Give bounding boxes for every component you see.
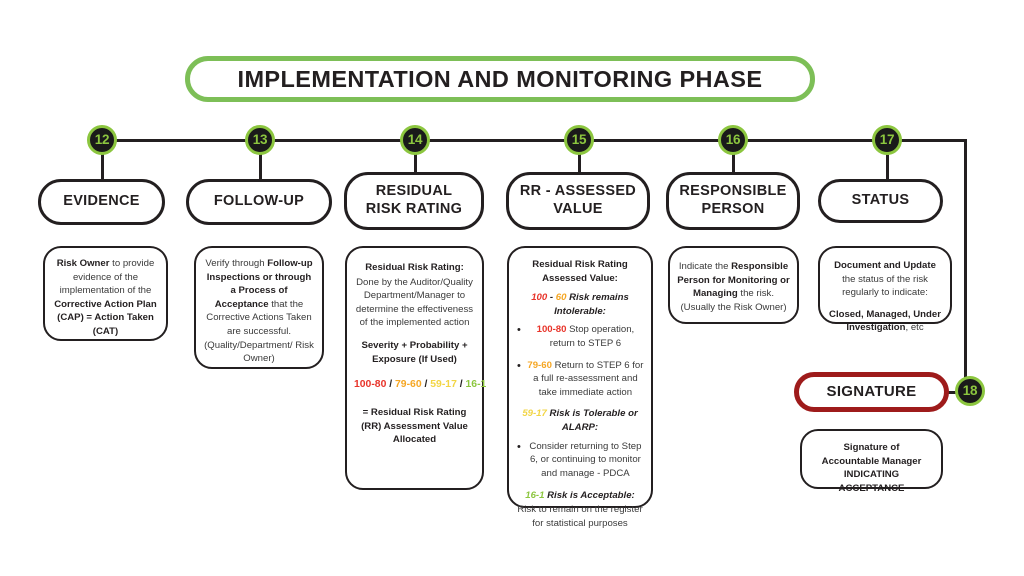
page-title: IMPLEMENTATION AND MONITORING PHASE [185,56,815,102]
step-number-17-label: 17 [879,132,895,148]
step-number-18[interactable]: 18 [955,376,985,406]
card15-bullet-3: • Consider returning to Step 6, or conti… [515,440,645,481]
card15-bullet-2: • 79-60 Return to STEP 6 for a full re-a… [515,359,645,400]
step-number-13-label: 13 [252,132,268,148]
step-number-15-label: 15 [571,132,587,148]
card14-sep-0: / [386,379,396,391]
detail-card-signature: Signature of Accountable Manager INDICAT… [800,429,943,494]
card17-bold-1: Document and Update [834,260,936,271]
card15-bullet1-range: 100-80 [536,324,567,336]
step-number-14-label: 14 [407,132,423,148]
node-header-responsible-person[interactable]: RESPONSIBLE PERSON [666,172,800,230]
node-header-follow-up[interactable]: FOLLOW-UP [186,179,332,225]
card15-heading: Residual Risk Rating Assessed Value: [532,259,628,284]
step-number-12[interactable]: 12 [87,125,117,155]
card15-intolerable-dash: - [547,292,556,304]
step-number-16-label: 16 [725,132,741,148]
card14-range-3: 16-1 [465,379,487,391]
detail-card-evidence: Risk Owner to provide evidence of the im… [43,246,168,341]
node-header-responsible-person-line2: PERSON [701,201,765,217]
node-header-responsible-person-line1: RESPONSIBLE [679,183,787,200]
card18-line1: Signature of [843,442,900,453]
page-title-text: IMPLEMENTATION AND MONITORING PHASE [237,65,763,92]
detail-card-follow-up: Verify through Follow-up Inspections or … [194,246,324,369]
node-header-residual-risk-rating-line2: RISK RATING [365,201,463,217]
node-header-evidence-label: EVIDENCE [63,193,140,210]
card18-line4: ACCEPTANCE [838,482,905,494]
node-header-follow-up-label: FOLLOW-UP [213,193,305,210]
card14-body: Done by the Auditor/Quality Department/M… [355,276,474,329]
node-header-signature-label: SIGNATURE [826,382,917,400]
card17-text-2: , etc [905,322,924,334]
card14-sep-2: / [456,379,466,391]
card15-acceptable-range: 16-1 [525,489,545,501]
card15-tolerable-range: 59-17 [522,408,547,420]
card14-sep-1: / [421,379,431,391]
node-header-rr-assessed-value-line1: RR - ASSESSED [519,183,637,200]
node-header-residual-risk-rating-line1: RESIDUAL [375,183,453,200]
node-header-signature[interactable]: SIGNATURE [794,372,949,412]
node-header-rr-assessed-value-line2: VALUE [553,201,603,217]
card15-bullet-1: • 100-80 Stop operation, return to STEP … [515,323,645,350]
card15-intolerable-text: Risk remains Intolerable: [554,292,629,317]
detail-card-residual-risk-rating: Residual Risk Rating: Done by the Audito… [345,246,486,490]
card14-range-2: 59-17 [430,379,457,391]
card18-line3: INDICATING [843,469,900,481]
card15-acceptable-text: Risk is Acceptable: [544,489,635,501]
step-number-18-label: 18 [962,383,978,399]
card15-intolerable-high: 100 [531,292,548,304]
card14-range-0: 100-80 [354,379,387,391]
bullet-dot-icon: • [517,440,521,453]
backbone-horizontal-line [107,138,967,142]
detail-card-responsible-person: Indicate the Responsible Person for Moni… [668,246,799,324]
card15-intolerable-low: 60 [555,292,567,304]
bullet-dot-icon: • [517,359,521,372]
step-number-15[interactable]: 15 [564,125,594,155]
card15-acceptable-body: Risk to remain on the register for stati… [517,504,643,529]
backbone-elbow-vertical-line [964,138,967,392]
step-number-13[interactable]: 13 [245,125,275,155]
bullet-dot-icon: • [517,324,521,337]
card15-bullet3-text: Consider returning to Step 6, or continu… [529,440,642,479]
card15-tolerable-text: Risk is Tolerable or ALARP: [546,408,638,434]
card15-bullet2-range: 79-60 [527,359,552,371]
node-header-evidence[interactable]: EVIDENCE [38,179,165,225]
card13-text-1: Verify through [205,258,268,269]
step-number-17[interactable]: 17 [872,125,902,155]
detail-card-rr-assessed-value: Residual Risk Rating Assessed Value: 100… [507,246,653,529]
node-header-status[interactable]: STATUS [818,179,943,223]
card18-line2: Accountable Manager [821,455,922,467]
card14-formula: Severity + Probability + Exposure (If Us… [361,340,468,365]
card17-text-1: the status of the risk regularly to indi… [842,273,928,299]
card17-bold-2: Closed, Managed, Under Investigation [829,308,941,334]
card14-heading: Residual Risk Rating: [365,262,464,273]
card14-range-row: 100-80 / 79-60 / 59-17 / 16-1 [354,378,486,393]
node-header-residual-risk-rating[interactable]: RESIDUAL RISK RATING [344,172,484,230]
step-number-14[interactable]: 14 [400,125,430,155]
node-header-rr-assessed-value[interactable]: RR - ASSESSED VALUE [506,172,650,230]
node-header-status-label: STATUS [851,192,910,209]
card12-bold-2: Corrective Action Plan (CAP) = Action Ta… [54,298,157,338]
card12-bold-1: Risk Owner [56,258,110,269]
detail-card-status: Document and Update the status of the ri… [818,246,952,333]
diagram-canvas: IMPLEMENTATION AND MONITORING PHASE 12 1… [0,0,1024,576]
card16-text-1: Indicate the [678,261,732,272]
card14-range-1: 79-60 [395,379,422,391]
card14-result: = Residual Risk Rating (RR) Assessment V… [361,407,468,446]
step-number-12-label: 12 [94,132,110,148]
step-number-16[interactable]: 16 [718,125,748,155]
